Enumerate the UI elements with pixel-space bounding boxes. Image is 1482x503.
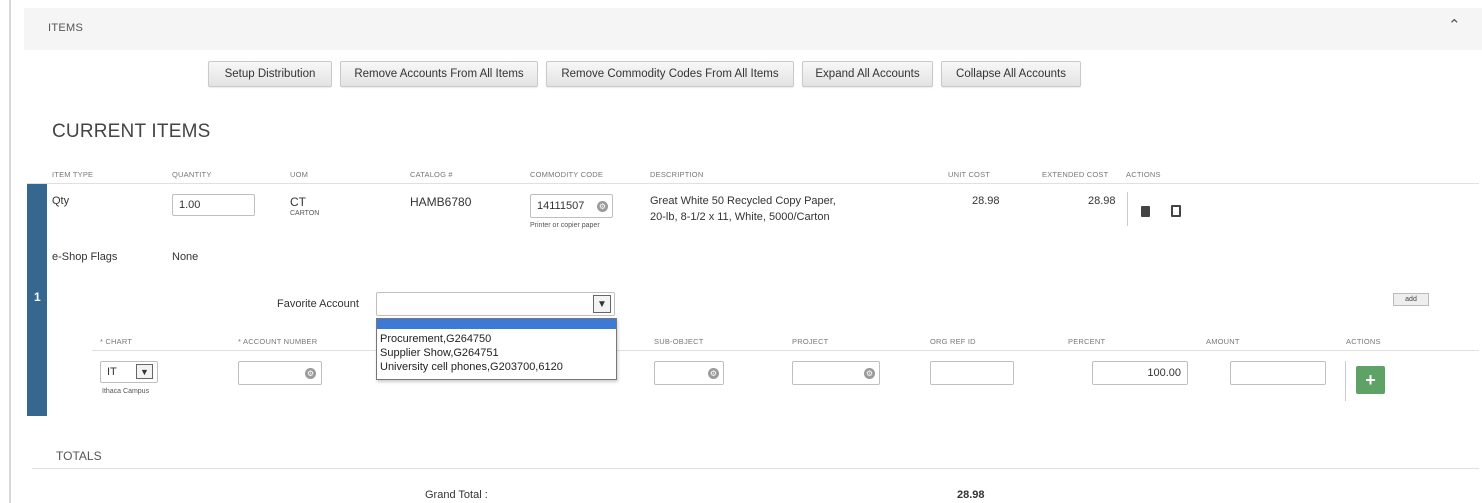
- commodity-code-field[interactable]: 14111507 ⚙: [530, 194, 613, 218]
- favorite-account-dropdown[interactable]: Procurement,G264750 Supplier Show,G26475…: [376, 318, 617, 380]
- col-commodity-code: COMMODITY CODE: [530, 170, 604, 179]
- add-line-button[interactable]: +: [1356, 366, 1385, 394]
- current-items-heading: CURRENT ITEMS: [52, 121, 211, 142]
- description-line-1: Great White 50 Recycled Copy Paper,: [650, 195, 836, 207]
- project-field[interactable]: ⚙: [792, 361, 880, 385]
- col-description: DESCRIPTION: [650, 170, 704, 179]
- remove-accounts-button[interactable]: Remove Accounts From All Items: [340, 61, 538, 87]
- description-line-2: 20-lb, 8-1/2 x 11, White, 5000/Carton: [650, 211, 830, 223]
- copy-icon[interactable]: [1171, 205, 1181, 217]
- col-sub-object: SUB-OBJECT: [654, 337, 704, 346]
- items-section-header[interactable]: [24, 8, 1482, 50]
- account-number-field[interactable]: ⚙: [238, 361, 322, 385]
- dropdown-arrow-icon[interactable]: ▼: [136, 364, 153, 379]
- col-percent: PERCENT: [1068, 337, 1106, 346]
- account-actions-divider: [1345, 361, 1346, 401]
- chart-value: IT: [107, 366, 117, 378]
- setup-distribution-button[interactable]: Setup Distribution: [208, 61, 332, 87]
- col-chart: * CHART: [100, 337, 133, 346]
- expand-all-accounts-button[interactable]: Expand All Accounts: [802, 61, 933, 87]
- eshop-flags-label: e-Shop Flags: [52, 251, 118, 263]
- catalog-number: HAMB6780: [410, 195, 472, 209]
- row-number: 1: [34, 290, 41, 304]
- account-header-divider: [92, 350, 1479, 351]
- favorite-account-label: Favorite Account: [277, 298, 359, 310]
- totals-heading: TOTALS: [56, 449, 102, 463]
- search-icon[interactable]: ⚙: [305, 368, 316, 379]
- col-quantity: QUANTITY: [172, 170, 212, 179]
- trash-icon[interactable]: [1141, 206, 1150, 217]
- search-icon[interactable]: ⚙: [708, 368, 719, 379]
- uom-description: CARTON: [290, 210, 320, 217]
- col-unit-cost: UNIT COST: [948, 170, 991, 179]
- search-icon[interactable]: ⚙: [864, 368, 875, 379]
- eshop-flags-value: None: [172, 251, 199, 263]
- remove-commodity-codes-button[interactable]: Remove Commodity Codes From All Items: [546, 61, 794, 87]
- quantity-input[interactable]: [172, 194, 255, 216]
- col-org-ref-id: ORG REF ID: [930, 337, 976, 346]
- grand-total-label: Grand Total :: [425, 489, 488, 501]
- commodity-description: Printer or copier paper: [530, 222, 600, 229]
- left-border: [9, 0, 11, 503]
- col-extended-cost: EXTENDED COST: [1042, 170, 1109, 179]
- col-amount: AMOUNT: [1206, 337, 1240, 346]
- dropdown-option[interactable]: Supplier Show,G264751: [377, 346, 616, 360]
- chevron-up-icon[interactable]: ⌃: [1448, 16, 1461, 34]
- totals-divider: [32, 468, 1479, 469]
- dropdown-arrow-icon[interactable]: ▼: [593, 295, 611, 313]
- unit-cost: 28.98: [972, 195, 1000, 207]
- uom-code: CT: [290, 195, 306, 209]
- col-actions: ACTIONS: [1126, 170, 1161, 179]
- col-account-actions: ACTIONS: [1346, 337, 1381, 346]
- amount-input[interactable]: [1230, 361, 1326, 385]
- chart-select[interactable]: IT ▼: [100, 361, 158, 383]
- col-item-type: ITEM TYPE: [52, 170, 94, 179]
- dropdown-option[interactable]: University cell phones,G203700,6120: [377, 360, 616, 374]
- grand-total-value: 28.98: [957, 489, 985, 501]
- chart-description: Ithaca Campus: [102, 388, 150, 395]
- actions-divider: [1127, 192, 1128, 226]
- search-icon[interactable]: ⚙: [597, 201, 608, 212]
- plus-icon: +: [1365, 369, 1376, 390]
- extended-cost: 28.98: [1088, 195, 1116, 207]
- sub-object-field[interactable]: ⚙: [654, 361, 724, 385]
- row-number-bar: 1: [27, 184, 47, 416]
- section-title: ITEMS: [48, 22, 84, 34]
- col-uom: UOM: [290, 170, 309, 179]
- col-catalog: CATALOG #: [410, 170, 453, 179]
- add-account-button[interactable]: add: [1393, 293, 1429, 306]
- dropdown-option[interactable]: Procurement,G264750: [377, 332, 616, 346]
- header-divider: [27, 183, 1479, 184]
- commodity-code-value: 14111507: [537, 200, 585, 212]
- percent-input[interactable]: [1092, 361, 1188, 385]
- item-type: Qty: [52, 195, 70, 207]
- collapse-all-accounts-button[interactable]: Collapse All Accounts: [941, 61, 1081, 87]
- favorite-account-select[interactable]: ▼: [376, 292, 615, 316]
- col-project: PROJECT: [792, 337, 829, 346]
- col-account-number: * ACCOUNT NUMBER: [238, 337, 318, 346]
- org-ref-id-input[interactable]: [930, 361, 1014, 385]
- dropdown-highlight[interactable]: [377, 319, 616, 329]
